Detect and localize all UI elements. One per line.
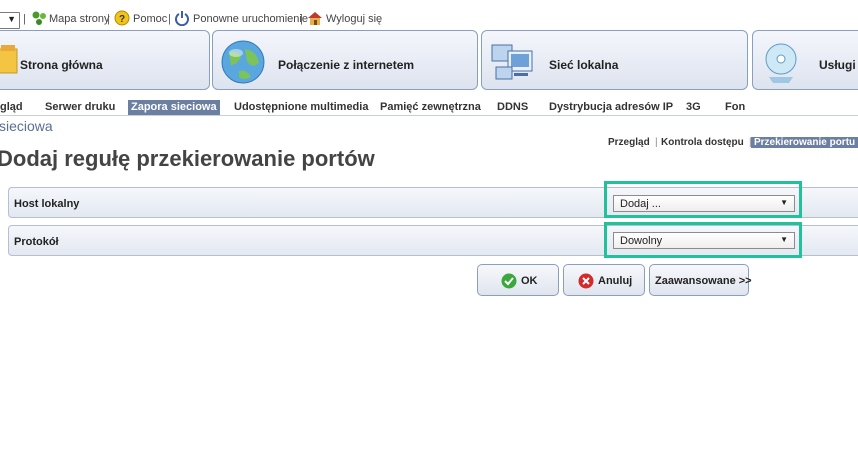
- rightnav-port-forwarding[interactable]: Przekierowanie portu: [751, 137, 858, 148]
- separator: |: [168, 13, 171, 25]
- cancel-button-label: Anuluj: [598, 275, 633, 287]
- power-icon: [175, 11, 189, 26]
- divider: [0, 115, 858, 116]
- svg-text:?: ?: [119, 14, 125, 25]
- sitemap-link[interactable]: Mapa strony: [49, 13, 110, 25]
- chevron-down-icon: ▼: [780, 198, 788, 207]
- advanced-button[interactable]: Zaawansowane >>: [649, 264, 752, 296]
- home-icon: [0, 45, 18, 74]
- computers-icon: [491, 44, 533, 80]
- sitemap-icon: [32, 11, 46, 25]
- chevron-down-icon: ▼: [780, 235, 788, 244]
- separator: |: [23, 13, 26, 25]
- host-select[interactable]: Dodaj ... ▼: [613, 195, 795, 212]
- tab-lan-label: Sieć lokalna: [549, 58, 619, 72]
- subnav-item-dhcp[interactable]: Dystrybucja adresów IP: [549, 100, 673, 115]
- logout-icon: [308, 12, 322, 25]
- check-icon: [501, 273, 517, 289]
- tab-lan[interactable]: Sieć lokalna: [481, 30, 748, 90]
- host-label: Host lokalny: [14, 198, 80, 210]
- ok-button[interactable]: OK: [477, 264, 559, 296]
- page-title: Dodaj regułę przekierowanie portów: [0, 146, 375, 171]
- top-utility-bar: ▼ | Mapa strony | ? Pomoc | Ponowne uruc…: [0, 10, 858, 30]
- close-icon: [578, 273, 594, 289]
- rightnav-overview[interactable]: Przegląd: [608, 137, 650, 148]
- subnav-item-print-server[interactable]: Serwer druku: [45, 100, 115, 115]
- tab-services[interactable]: Usługi: [752, 30, 858, 90]
- ok-button-label: OK: [521, 275, 538, 287]
- advanced-button-label: Zaawansowane >>: [655, 275, 752, 287]
- separator: |: [655, 137, 658, 148]
- tab-services-label: Usługi: [819, 58, 856, 72]
- globe-icon: [221, 40, 265, 84]
- tab-home-label: Strona główna: [20, 58, 103, 72]
- rightnav-access-control[interactable]: Kontrola dostępu: [661, 137, 744, 148]
- subnav-item-3g[interactable]: 3G: [686, 100, 701, 115]
- protocol-select-value: Dowolny: [620, 235, 663, 247]
- help-icon: ?: [114, 10, 130, 26]
- subnav-item-external-storage[interactable]: Pamięć zewnętrzna: [380, 100, 481, 115]
- restart-link[interactable]: Ponowne uruchomienie: [193, 13, 308, 25]
- chevron-down-icon: ▼: [7, 14, 16, 24]
- logout-link[interactable]: Wyloguj się: [326, 13, 382, 25]
- subnav-item-ddns[interactable]: DDNS: [497, 100, 528, 115]
- help-link[interactable]: Pomoc: [133, 13, 167, 25]
- subnav-item-shared-media[interactable]: Udostępnione multimedia: [234, 100, 368, 115]
- tab-internet-label: Połączenie z internetem: [278, 58, 415, 72]
- subnav-item-overview[interactable]: gląd: [0, 100, 23, 115]
- breadcrumb: sieciowa: [0, 118, 53, 134]
- protocol-label: Protokół: [14, 236, 59, 248]
- separator: |: [107, 13, 110, 25]
- sub-navigation: gląd Serwer druku Zapora sieciowa Udostę…: [0, 100, 858, 115]
- separator: |: [300, 13, 303, 25]
- disc-icon: [765, 43, 797, 83]
- subnav-item-firewall[interactable]: Zapora sieciowa: [128, 100, 220, 115]
- tab-home[interactable]: Strona główna: [0, 30, 210, 90]
- host-select-value: Dodaj ...: [620, 198, 661, 210]
- language-select[interactable]: ▼: [0, 12, 20, 29]
- cancel-button[interactable]: Anuluj: [563, 264, 645, 296]
- subnav-item-fon[interactable]: Fon: [725, 100, 745, 115]
- tab-internet[interactable]: Połączenie z internetem: [212, 30, 478, 90]
- protocol-select[interactable]: Dowolny ▼: [613, 232, 795, 249]
